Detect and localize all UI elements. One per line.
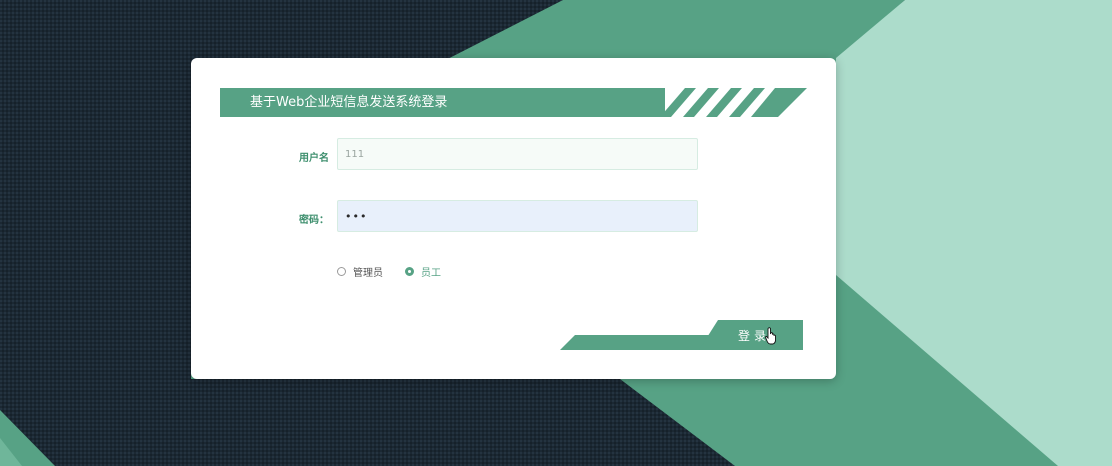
password-input[interactable] — [337, 200, 698, 232]
role-radio-group: 管理员 员工 — [337, 263, 463, 279]
username-input[interactable] — [337, 138, 698, 170]
role-option-label: 管理员 — [353, 267, 383, 279]
password-label: 密码： — [299, 215, 329, 226]
login-title-bar: 基于Web企业短信息发送系统登录 — [220, 88, 807, 117]
username-label: 用户名 — [299, 153, 329, 164]
role-option-employee[interactable]: 员工 — [405, 264, 441, 279]
role-option-label: 员工 — [421, 267, 441, 279]
login-card: 基于Web企业短信息发送系统登录 用户名 密码： 管理员 员工 登录 — [191, 58, 836, 379]
login-button[interactable]: 登录 — [705, 320, 803, 350]
radio-checked-icon[interactable] — [405, 266, 414, 276]
hand-pointer-icon — [765, 327, 776, 345]
radio-unchecked-icon[interactable] — [337, 266, 346, 276]
login-title: 基于Web企业短信息发送系统登录 — [250, 95, 448, 110]
role-option-admin[interactable]: 管理员 — [337, 264, 383, 279]
